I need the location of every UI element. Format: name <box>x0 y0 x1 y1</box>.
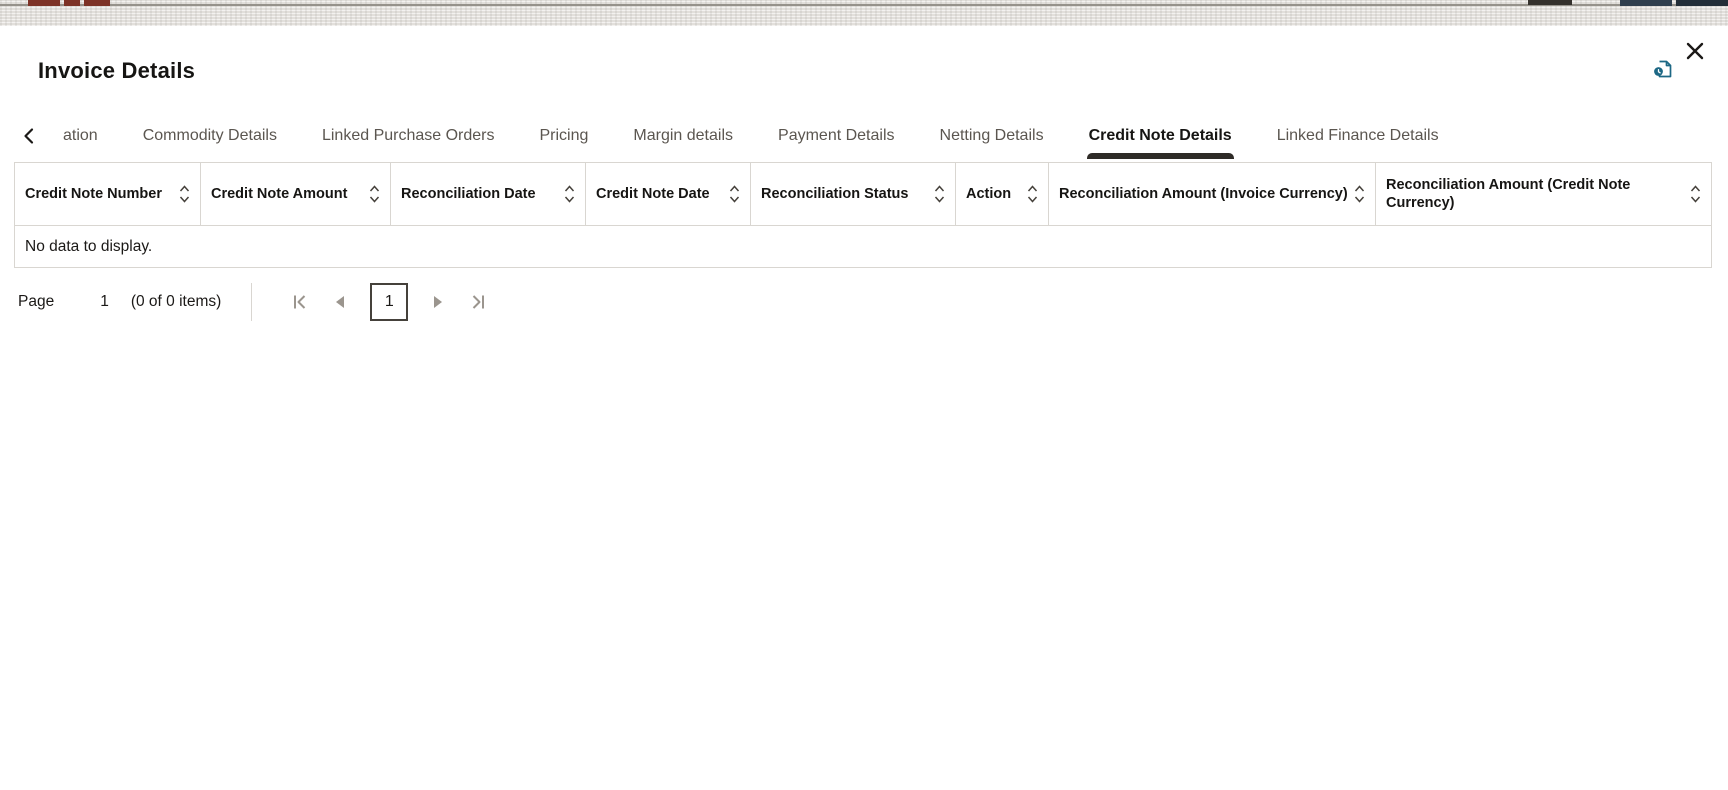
column-header-reconciliation-amount-invoice-currency[interactable]: Reconciliation Amount (Invoice Currency) <box>1049 163 1376 225</box>
tab-credit-note-details[interactable]: Credit Note Details <box>1086 112 1234 160</box>
column-label: Credit Note Amount <box>211 185 348 202</box>
sort-icon[interactable] <box>179 185 190 203</box>
previous-page-icon[interactable] <box>334 295 346 309</box>
sort-icon[interactable] <box>934 185 945 203</box>
tab-strip: ation Commodity Details Linked Purchase … <box>63 112 1728 160</box>
column-label: Reconciliation Status <box>761 185 909 202</box>
background-divider-line <box>0 4 1728 6</box>
background-fragment <box>1528 0 1572 5</box>
empty-table-message: No data to display. <box>14 226 1712 268</box>
background-fragment <box>1620 0 1672 6</box>
background-fragment <box>28 0 60 6</box>
sort-icon[interactable] <box>369 185 380 203</box>
background-page-sliver <box>0 0 1728 26</box>
column-header-reconciliation-amount-credit-note-currency[interactable]: Reconciliation Amount (Credit Note Curre… <box>1376 163 1711 225</box>
column-header-reconciliation-status[interactable]: Reconciliation Status <box>751 163 956 225</box>
items-count-summary: (0 of 0 items) <box>130 293 222 310</box>
first-page-icon[interactable] <box>290 292 310 312</box>
next-page-icon[interactable] <box>432 295 444 309</box>
tab-payment-details[interactable]: Payment Details <box>778 112 895 160</box>
table-header-row: Credit Note Number Credit Note Amount Re… <box>14 162 1712 226</box>
column-header-credit-note-date[interactable]: Credit Note Date <box>586 163 751 225</box>
sort-icon[interactable] <box>1690 185 1701 203</box>
tab-netting-details[interactable]: Netting Details <box>940 112 1044 160</box>
tab-partial-ation[interactable]: ation <box>63 112 98 160</box>
document-audit-icon[interactable] <box>1650 56 1676 82</box>
column-header-credit-note-amount[interactable]: Credit Note Amount <box>201 163 391 225</box>
close-icon[interactable] <box>1680 36 1710 66</box>
sort-icon[interactable] <box>729 185 740 203</box>
invoice-details-modal: Invoice Details ation Commodity Details … <box>0 26 1728 790</box>
credit-note-table: Credit Note Number Credit Note Amount Re… <box>14 162 1712 268</box>
tab-bar: ation Commodity Details Linked Purchase … <box>0 112 1728 160</box>
tab-linked-purchase-orders[interactable]: Linked Purchase Orders <box>322 112 495 160</box>
tab-linked-finance-details[interactable]: Linked Finance Details <box>1277 112 1439 160</box>
last-page-icon[interactable] <box>468 292 488 312</box>
tab-commodity-details[interactable]: Commodity Details <box>143 112 277 160</box>
document-audit-icon <box>1654 60 1672 78</box>
column-header-reconciliation-date[interactable]: Reconciliation Date <box>391 163 586 225</box>
pagination-divider <box>251 283 253 321</box>
column-label: Reconciliation Date <box>401 185 536 202</box>
page-title: Invoice Details <box>38 58 196 83</box>
background-fragment <box>84 0 110 6</box>
sort-icon[interactable] <box>1027 185 1038 203</box>
column-label: Action <box>966 185 1012 202</box>
pagination-bar: Page 1 (0 of 0 items) 1 <box>18 280 500 324</box>
tab-pricing[interactable]: Pricing <box>540 112 589 160</box>
background-fragment <box>1676 0 1728 6</box>
tab-scroll-left-button[interactable] <box>0 112 58 160</box>
current-page-number[interactable]: 1 <box>100 293 109 311</box>
column-header-action[interactable]: Action <box>956 163 1049 225</box>
column-label: Credit Note Number <box>25 185 162 202</box>
column-header-credit-note-number[interactable]: Credit Note Number <box>15 163 201 225</box>
sort-icon[interactable] <box>564 185 575 203</box>
column-label: Reconciliation Amount (Invoice Currency) <box>1059 185 1348 202</box>
column-label: Credit Note Date <box>596 185 710 202</box>
page-1-button[interactable]: 1 <box>370 283 409 321</box>
column-label: Reconciliation Amount (Credit Note Curre… <box>1386 176 1631 211</box>
sort-icon[interactable] <box>1354 185 1365 203</box>
background-fragment <box>64 0 80 6</box>
page-label: Page <box>18 293 55 310</box>
tab-margin-details[interactable]: Margin details <box>633 112 733 160</box>
chevron-left-icon <box>24 128 34 144</box>
